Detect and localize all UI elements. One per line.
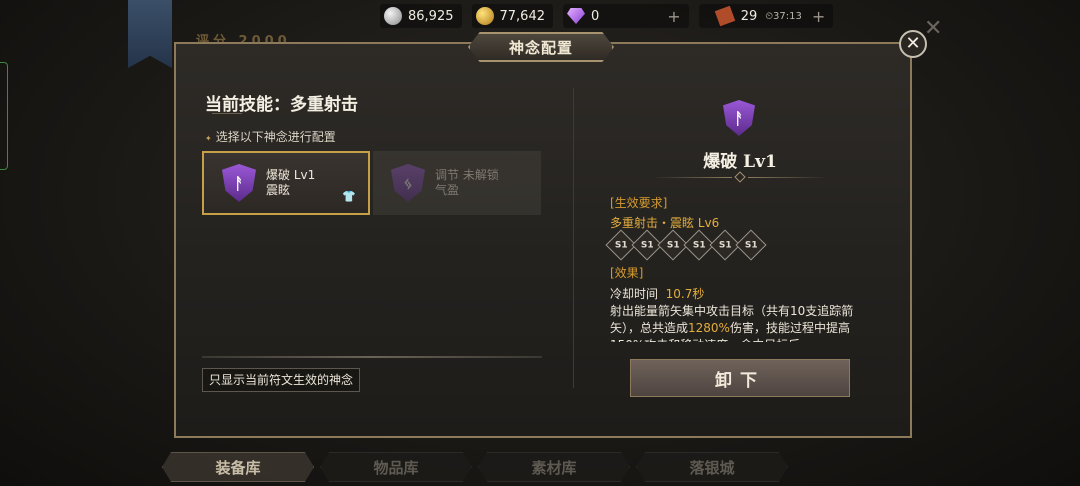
filter-active-toggle[interactable]: 只显示当前符文生效的神念 [202, 368, 361, 392]
cooldown-label: 冷却时间 [610, 287, 659, 301]
current-skill-title: 当前技能：多重射击 [205, 95, 358, 115]
background-close-icon: ✕ [924, 16, 943, 41]
gold-resource: 77,642 [471, 4, 553, 28]
left-edge-indicator [0, 62, 8, 170]
card-name: 爆破 Lv1 [266, 168, 316, 182]
requirement-line: 多重射击・震眩 Lv6 [610, 216, 720, 230]
tab-equipment[interactable]: 装备库 [162, 452, 314, 482]
purple-diamond-icon [567, 8, 585, 24]
badge-text: S1 [666, 240, 680, 250]
equipped-shirt-icon: 👕 [342, 190, 356, 203]
requirement-header: [生效要求] [610, 196, 668, 210]
badge-text: S1 [718, 240, 732, 250]
select-hint: ✦ 选择以下神念进行配置 [205, 128, 336, 145]
select-hint-text: 选择以下神念进行配置 [215, 130, 336, 144]
add-tickets-plus-icon[interactable]: + [812, 7, 825, 26]
detail-rune-name: 爆破 Lv1 [703, 152, 777, 172]
purple-shield-rune-icon: ᛃ [391, 164, 425, 202]
ticket-value: 29 [740, 8, 758, 24]
effect-description[interactable]: 冷却时间 10.7秒 射出能量箭矢集中攻击目标（共有10支追踪箭矢），总共造成1… [610, 286, 870, 342]
timer-text: ⏲37:13 [765, 10, 802, 22]
card-name: 调节 未解锁 [435, 168, 499, 182]
card-text: 调节 未解锁 气盈 [435, 168, 499, 198]
gold-coin-icon [475, 7, 494, 25]
timer-value: 37:13 [773, 10, 802, 22]
ticket-resource: 29 ⏲37:13 + [698, 4, 834, 28]
card-sub: 震眩 [266, 183, 291, 197]
tab-silver-city[interactable]: 落银城 [636, 452, 788, 482]
rune-badge-row: S1 S1 S1 S1 S1 S1 [605, 229, 767, 261]
card-text: 爆破 Lv1 震眩 [266, 168, 315, 198]
close-button[interactable]: ✕ [899, 30, 927, 58]
panel-title: 神念配置 [508, 38, 573, 57]
badge-text: S1 [692, 240, 706, 250]
red-ticket-icon [714, 5, 735, 27]
card-sub: 气盈 [435, 183, 460, 197]
hint-star-icon: ✦ [205, 134, 212, 143]
badge-text: S1 [614, 240, 628, 250]
purple-shield-rune-icon: ᚨ [222, 164, 256, 202]
panel-title-plate: 神念配置 [468, 32, 614, 62]
rune-badge-icon: S1 [735, 229, 767, 261]
unequip-button[interactable]: 卸下 [630, 359, 850, 397]
gem-resource: 0 + [563, 4, 689, 28]
close-icon: ✕ [905, 33, 921, 54]
rune-card-adjust[interactable]: ᛃ 调节 未解锁 气盈 [373, 151, 541, 215]
cooldown-line: 冷却时间 10.7秒 [610, 286, 870, 303]
tab-materials[interactable]: 素材库 [478, 452, 630, 482]
guild-banner[interactable] [128, 0, 172, 68]
detail-ornament [652, 171, 828, 183]
bottom-tab-bar: 装备库 物品库 素材库 落银城 [162, 452, 788, 482]
tab-items[interactable]: 物品库 [320, 452, 472, 482]
silver-coin-icon [384, 7, 402, 25]
title-ornament [212, 113, 242, 121]
badge-text: S1 [640, 240, 654, 250]
left-divider [202, 356, 542, 358]
rune-card-burst[interactable]: ᚨ 爆破 Lv1 震眩 👕 [202, 151, 370, 215]
effect-header: [效果] [610, 266, 644, 280]
gold-value: 77,642 [499, 8, 546, 24]
panel-divider [573, 88, 574, 388]
resource-bar: 86,925 77,642 0 + 29 ⏲37:13 + [380, 0, 834, 32]
gem-value: 0 [591, 8, 600, 24]
effect-text: 射出能量箭矢集中攻击目标（共有10支追踪箭矢），总共造成1280%伤害，技能过程… [610, 303, 870, 342]
effect-percent: 1280% [688, 321, 730, 335]
silver-value: 86,925 [408, 8, 454, 24]
add-gems-plus-icon[interactable]: + [667, 7, 680, 26]
silver-resource: 86,925 [380, 4, 462, 28]
cooldown-value: 10.7秒 [665, 287, 705, 301]
badge-text: S1 [744, 240, 758, 250]
